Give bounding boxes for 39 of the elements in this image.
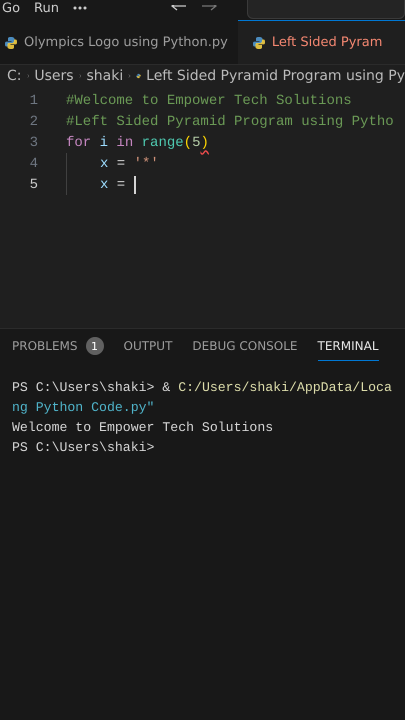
code-text: #Left Sided Pyramid Program using Pytho: [66, 114, 394, 130]
code-text: 5: [192, 134, 200, 150]
line-number: 2: [28, 114, 38, 130]
menu-item[interactable]: Run: [34, 0, 59, 16]
menu-item[interactable]: Go: [2, 0, 20, 16]
breadcrumb-item[interactable]: shaki: [86, 68, 124, 84]
panel-tab[interactable]: OUTPUT: [124, 339, 172, 361]
code-text: ): [200, 134, 209, 150]
code-text: #Welcome to Empower Tech Solutions: [66, 92, 352, 108]
panel-tab[interactable]: DEBUG CONSOLE: [192, 339, 298, 361]
code-text: x: [100, 156, 108, 172]
code-text: '*': [134, 156, 159, 172]
code-text: x: [100, 176, 108, 192]
breadcrumb-item[interactable]: Users: [34, 68, 74, 84]
python-icon: [4, 36, 18, 50]
line-number: 4: [28, 156, 38, 172]
panel-tab[interactable]: PROBLEMS 1: [12, 339, 104, 361]
code-text: =: [116, 176, 126, 192]
count-badge: 1: [86, 337, 104, 355]
breadcrumb-item[interactable]: C:: [7, 68, 22, 84]
terminal-text: PS C:\Users\shaki>: [12, 440, 154, 455]
code-text: i: [98, 134, 108, 150]
code-text: in: [115, 134, 134, 150]
terminal-text: ng Python Code.py": [12, 400, 154, 415]
python-icon: [252, 36, 266, 50]
code-text: for: [66, 134, 92, 150]
line-number: 5: [28, 176, 38, 192]
more-icon[interactable]: [72, 6, 87, 10]
code-text: (: [184, 134, 192, 150]
terminal-text: PS C:\Users\shaki> &: [12, 380, 172, 395]
breadcrumb-item[interactable]: Left Sided Pyramid Program using Py: [146, 68, 405, 84]
code-text: =: [116, 156, 126, 172]
line-number: 3: [28, 134, 38, 150]
code-text: range: [140, 134, 184, 150]
terminal-text: C:/Users/shaki/AppData/Loca: [178, 380, 392, 395]
terminal-text: Welcome to Empower Tech Solutions: [12, 420, 274, 435]
panel-tab[interactable]: TERMINAL: [318, 339, 379, 361]
line-number: 1: [28, 92, 38, 108]
editor-tab[interactable]: Left Sided Pyram: [238, 20, 405, 64]
